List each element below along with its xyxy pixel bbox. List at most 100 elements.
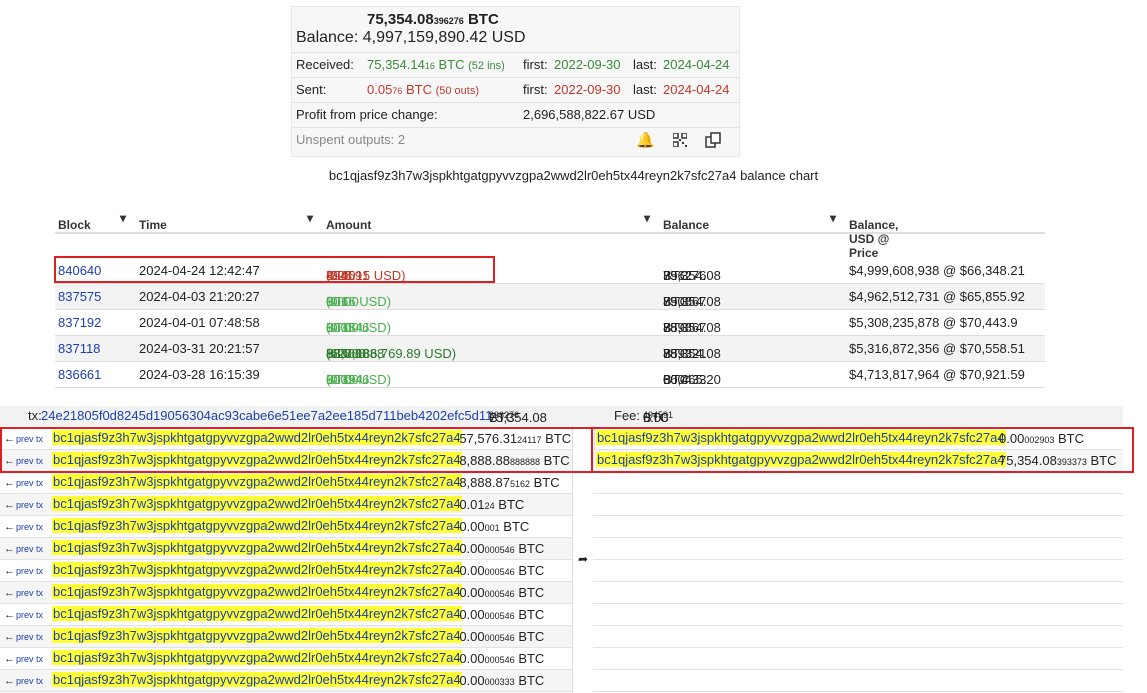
sent-small: 76 (392, 86, 403, 96)
prev-tx-label: prev tx (16, 522, 44, 532)
sort-icon[interactable]: ▾ (307, 211, 313, 225)
arrow-left-icon: ← (4, 565, 15, 577)
block-link[interactable]: 837575 (58, 289, 101, 304)
sent-first-date: 2022-09-30 (554, 82, 621, 97)
arrow-left-icon: ← (4, 543, 15, 555)
prev-tx-link[interactable]: ←prev tx (4, 565, 43, 577)
received-small: 16 (424, 61, 435, 71)
prev-tx-label: prev tx (16, 588, 44, 598)
tx-input-row: ←prev tx bc1qjasf9z3h7w3jspkhtgatgpyvvzg… (0, 648, 572, 670)
input-address-link[interactable]: bc1qjasf9z3h7w3jspkhtgatgpyvvzgpa2wwd2lr… (52, 584, 462, 599)
profit-row: Profit from price change: 2,696,588,822.… (292, 102, 739, 127)
balance-label: Balance: (296, 29, 359, 46)
received-label: Received: (296, 57, 354, 72)
balance-unit: BTC (663, 320, 689, 335)
unspent-outputs-label[interactable]: Unspent outputs: 2 (296, 132, 405, 147)
amount-unit: BTC (498, 497, 525, 512)
input-amount: -0.00000546 BTC (455, 607, 544, 622)
row-time: 2024-03-28 16:15:39 (139, 367, 260, 382)
sort-icon[interactable]: ▾ (830, 211, 836, 225)
tx-output-empty-area (593, 472, 1123, 693)
input-address-link[interactable]: bc1qjasf9z3h7w3jspkhtgatgpyvvzgpa2wwd2lr… (52, 474, 462, 489)
tx-fee-unit: BTC (643, 410, 669, 425)
tx-input-row: ←prev tx bc1qjasf9z3h7w3jspkhtgatgpyvvzg… (0, 582, 572, 604)
tx-input-row: ←prev tx bc1qjasf9z3h7w3jspkhtgatgpyvvzg… (0, 626, 572, 648)
input-address-link[interactable]: bc1qjasf9z3h7w3jspkhtgatgpyvvzgpa2wwd2lr… (52, 650, 462, 665)
prev-tx-link[interactable]: ←prev tx (4, 631, 43, 643)
amount-unit: BTC (518, 629, 545, 644)
sent-first-label: first: (523, 82, 548, 97)
amount-main: -0.00 (455, 629, 485, 644)
input-address-link[interactable]: bc1qjasf9z3h7w3jspkhtgatgpyvvzgpa2wwd2lr… (52, 540, 462, 555)
amount-unit: BTC (518, 585, 545, 600)
input-amount: -0.00000546 BTC (455, 651, 544, 666)
balance-unit: BTC (663, 294, 689, 309)
received-last-label: last: (633, 57, 657, 72)
arrow-left-icon: ← (4, 631, 15, 643)
profit-value: 2,696,588,822.67 USD (523, 107, 656, 122)
tx-hash-link[interactable]: 24e21805f0d8245d19056304ac93cabe6e51ee7a… (41, 408, 492, 423)
qr-code-icon[interactable] (672, 132, 691, 149)
arrow-left-icon: ← (4, 653, 15, 665)
highlight-box (0, 427, 1134, 473)
tx-input-row: ←prev tx bc1qjasf9z3h7w3jspkhtgatgpyvvzg… (0, 560, 572, 582)
amount-small: 000333 (484, 677, 515, 687)
block-link[interactable]: 837118 (58, 341, 100, 356)
summary-header: 75,354.08396276 BTC Balance: 4,997,159,8… (296, 11, 526, 47)
block-link[interactable]: 837192 (58, 315, 101, 330)
copy-icon[interactable] (705, 132, 721, 149)
summary-actions: 🔔 (622, 131, 721, 149)
input-address-link[interactable]: bc1qjasf9z3h7w3jspkhtgatgpyvvzgpa2wwd2lr… (52, 518, 462, 533)
block-link[interactable]: 836661 (58, 367, 101, 382)
amount-small: 000546 (484, 589, 515, 599)
amount-small: 24 (484, 501, 495, 511)
highlight-box (54, 256, 495, 283)
input-address-link[interactable]: bc1qjasf9z3h7w3jspkhtgatgpyvvzgpa2wwd2lr… (52, 606, 462, 621)
prev-tx-label: prev tx (16, 500, 44, 510)
prev-tx-link[interactable]: ←prev tx (4, 675, 43, 687)
table-row: 837192 2024-04-01 07:48:58 +0.00 000546 B… (55, 310, 1045, 336)
col-header-label: Balance (663, 218, 710, 232)
bell-icon[interactable]: 🔔 (636, 132, 655, 149)
received-row: Received: 75,354.1416 BTC (52 ins) first… (292, 52, 739, 77)
input-address-link[interactable]: bc1qjasf9z3h7w3jspkhtgatgpyvvzgpa2wwd2lr… (52, 562, 462, 577)
sort-icon[interactable]: ▾ (120, 211, 126, 225)
table-row: 837118 2024-03-31 20:21:57 +8,888.88 8888… (55, 336, 1045, 362)
prev-tx-link[interactable]: ←prev tx (4, 609, 43, 621)
input-amount: -0.00000546 BTC (455, 541, 544, 556)
prev-tx-link[interactable]: ←prev tx (4, 587, 43, 599)
arrow-left-icon: ← (4, 499, 15, 511)
amount-main: -0.00 (455, 519, 485, 534)
sort-icon[interactable]: ▾ (644, 211, 650, 225)
row-time: 2024-04-01 07:48:58 (139, 315, 260, 330)
amount-unit: BTC (518, 541, 545, 556)
profit-label: Profit from price change: (296, 107, 438, 122)
input-amount: -0.00000333 BTC (455, 673, 544, 688)
received-first-label: first: (523, 57, 548, 72)
prev-tx-link[interactable]: ←prev tx (4, 653, 43, 665)
sent-outs: (50 outs) (435, 85, 479, 97)
input-address-link[interactable]: bc1qjasf9z3h7w3jspkhtgatgpyvvzgpa2wwd2lr… (52, 628, 462, 643)
arrow-right-icon: ➦ (578, 552, 589, 566)
prev-tx-link[interactable]: ←prev tx (4, 543, 43, 555)
address-summary: 75,354.08396276 BTC Balance: 4,997,159,8… (291, 6, 740, 157)
highlight-divider (591, 427, 593, 473)
balance-usd: 4,997,159,890.42 USD (362, 29, 526, 46)
input-amount: -0.00000546 BTC (455, 563, 544, 578)
prev-tx-link[interactable]: ←prev tx (4, 521, 43, 533)
tx-input-row: ←prev tx bc1qjasf9z3h7w3jspkhtgatgpyvvzg… (0, 494, 572, 516)
prev-tx-label: prev tx (16, 654, 44, 664)
prev-tx-link[interactable]: ←prev tx (4, 477, 43, 489)
amount-usd: (0.38 USD) (326, 320, 392, 335)
input-address-link[interactable]: bc1qjasf9z3h7w3jspkhtgatgpyvvzgpa2wwd2lr… (52, 496, 462, 511)
balance-unit: BTC (663, 268, 689, 283)
sent-last-date: 2024-04-24 (663, 82, 730, 97)
input-address-link[interactable]: bc1qjasf9z3h7w3jspkhtgatgpyvvzgpa2wwd2lr… (52, 672, 462, 687)
prev-tx-link[interactable]: ←prev tx (4, 499, 43, 511)
sent-label: Sent: (296, 82, 327, 97)
table-header: Block ▾ Time ▾ Amount ▾ Balance ▾ Balanc… (55, 204, 1045, 260)
sent-row: Sent: 0.0576 BTC (50 outs) first: 2022-0… (292, 77, 739, 102)
received-first-date: 2022-09-30 (554, 57, 621, 72)
amount-small: 000546 (484, 633, 515, 643)
amount-main: -0.00 (455, 541, 485, 556)
